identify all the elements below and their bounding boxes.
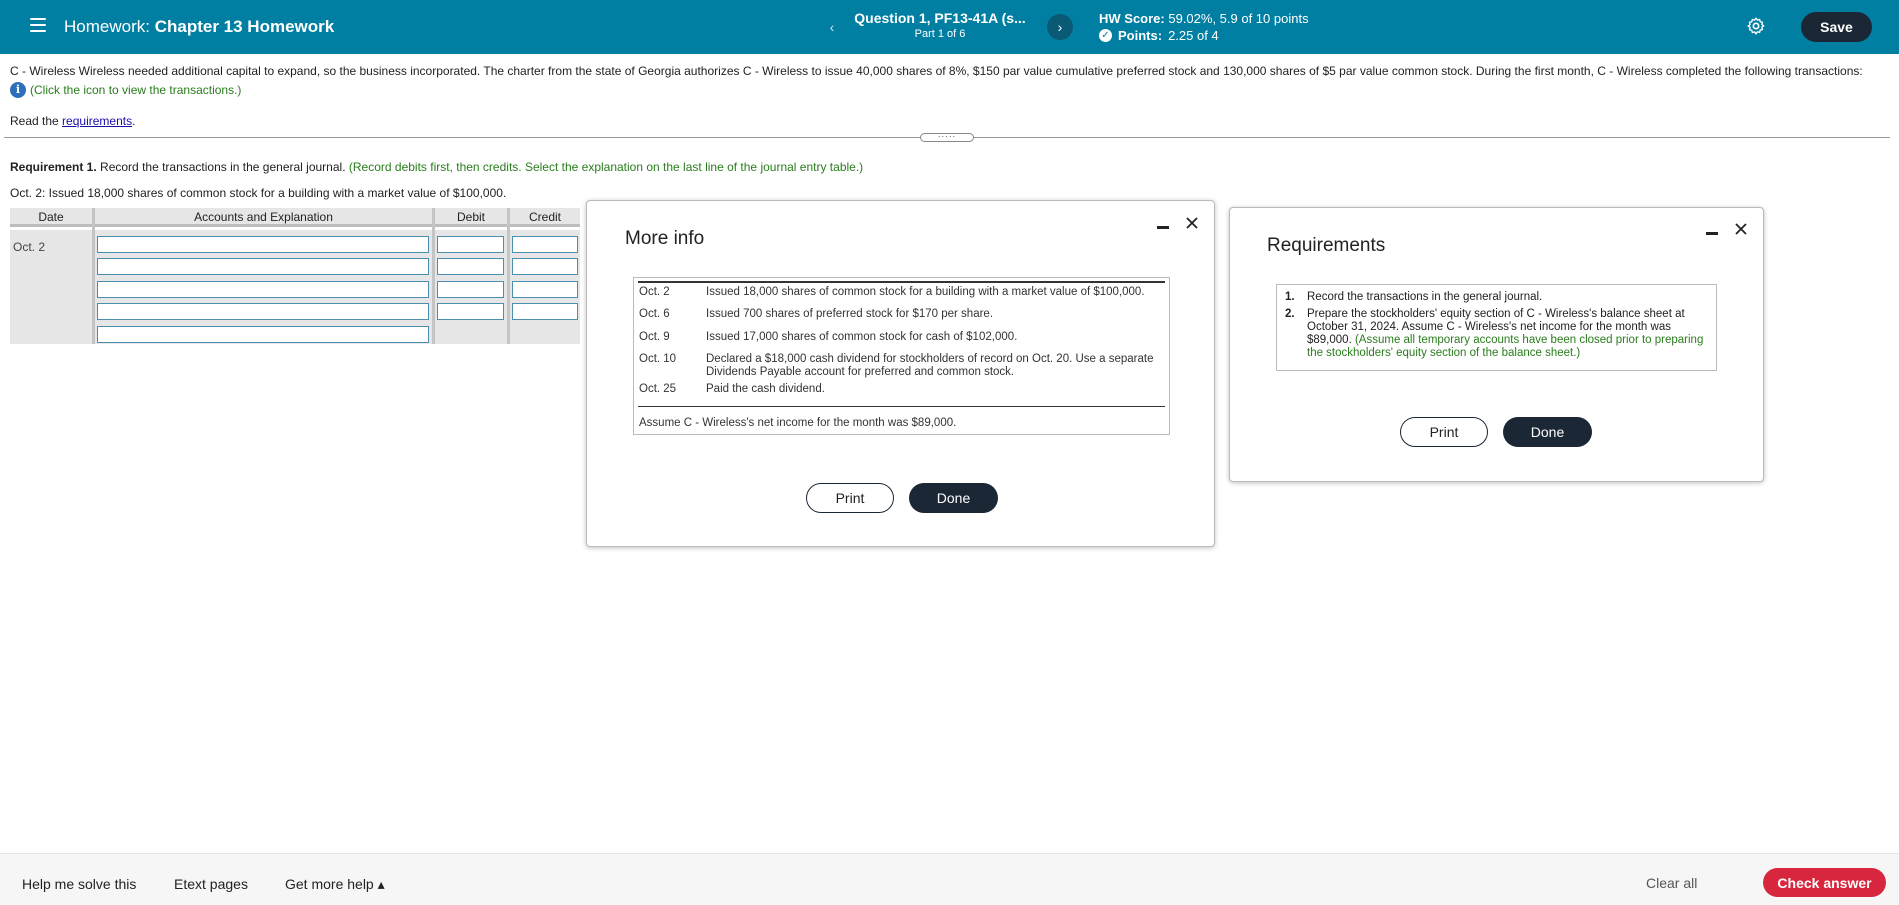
transaction-date: Oct. 2 xyxy=(639,286,670,298)
requirements-list: 1. Record the transactions in the genera… xyxy=(1276,284,1717,371)
question-part: Part 1 of 6 xyxy=(914,28,966,40)
save-button[interactable]: Save xyxy=(1801,12,1872,42)
partial-credit-icon: ✓ xyxy=(1099,29,1112,42)
requirement-1-label: Requirement 1. xyxy=(10,160,97,174)
header-debit: Debit xyxy=(435,208,507,227)
account-input-4[interactable] xyxy=(97,303,429,320)
clear-all-button[interactable]: Clear all xyxy=(1646,875,1697,891)
credit-input-4[interactable] xyxy=(512,303,578,320)
done-button[interactable]: Done xyxy=(1503,417,1592,447)
requirement-note: (Assume all temporary accounts have been… xyxy=(1307,334,1704,359)
requirements-title: Requirements xyxy=(1267,235,1386,256)
transaction-date: Oct. 6 xyxy=(639,308,670,320)
more-info-title: More info xyxy=(625,228,705,249)
homework-title: Homework: Chapter 13 Homework xyxy=(64,17,334,37)
table-bottom-rule xyxy=(638,406,1165,407)
get-more-help-button[interactable]: Get more help ▴ xyxy=(285,876,385,893)
requirement-1-note: (Record debits first, then credits. Sele… xyxy=(348,160,864,174)
credit-input-1[interactable] xyxy=(512,236,578,253)
read-requirements: Read the requirements. xyxy=(10,114,135,128)
debit-input-3[interactable] xyxy=(437,281,504,298)
view-transactions-link[interactable]: i (Click the icon to view the transactio… xyxy=(10,82,241,98)
question-title[interactable]: Question 1, PF13-41A (s... xyxy=(840,10,1040,26)
print-button[interactable]: Print xyxy=(806,483,894,513)
net-income-note: Assume C - Wireless's net income for the… xyxy=(639,417,957,429)
hint-text[interactable]: (Click the icon to view the transactions… xyxy=(30,83,241,97)
info-icon[interactable]: i xyxy=(10,82,26,98)
transactions-table: Oct. 2 Issued 18,000 shares of common st… xyxy=(633,277,1170,435)
hw-score: HW Score: 59.02%, 5.9 of 10 points xyxy=(1099,11,1309,26)
gear-icon[interactable] xyxy=(1746,16,1766,36)
read-prefix: Read the xyxy=(10,114,59,128)
transaction-description: Oct. 2: Issued 18,000 shares of common s… xyxy=(10,186,507,200)
transaction-text: Issued 700 shares of preferred stock for… xyxy=(706,308,994,320)
points-value: 2.25 of 4 xyxy=(1168,28,1219,43)
explanation-input[interactable] xyxy=(97,326,429,343)
etext-pages-button[interactable]: Etext pages xyxy=(174,876,248,892)
transaction-date: Oct. 9 xyxy=(639,331,670,343)
account-input-2[interactable] xyxy=(97,258,429,275)
minimize-icon[interactable] xyxy=(1706,232,1718,235)
credit-input-2[interactable] xyxy=(512,258,578,275)
transaction-text: Issued 18,000 shares of common stock for… xyxy=(706,286,1145,298)
column-separator xyxy=(507,208,510,344)
done-button[interactable]: Done xyxy=(909,483,998,513)
debit-input-1[interactable] xyxy=(437,236,504,253)
points-label: Points: xyxy=(1118,28,1163,43)
next-question-button[interactable]: › xyxy=(1047,14,1073,40)
chapter-title: Chapter 13 Homework xyxy=(154,17,335,36)
help-me-solve-button[interactable]: Help me solve this xyxy=(22,876,136,892)
top-bar: Homework: Chapter 13 Homework ‹ Question… xyxy=(0,0,1899,54)
requirement-1-instructions: Requirement 1. Record the transactions i… xyxy=(10,160,863,174)
column-separator xyxy=(92,208,95,344)
header-credit: Credit xyxy=(510,208,580,227)
entry-date: Oct. 2 xyxy=(13,240,46,254)
account-input-3[interactable] xyxy=(97,281,429,298)
read-suffix: . xyxy=(132,114,136,128)
close-icon[interactable] xyxy=(1733,221,1749,237)
requirement-text: Prepare the stockholders' equity section… xyxy=(1307,308,1712,360)
homework-label: Homework: xyxy=(64,17,150,36)
check-answer-button[interactable]: Check answer xyxy=(1763,868,1886,897)
print-button[interactable]: Print xyxy=(1400,417,1488,447)
requirements-link[interactable]: requirements xyxy=(62,114,132,128)
close-icon[interactable] xyxy=(1184,215,1200,231)
requirement-number: 1. xyxy=(1285,291,1295,303)
header-date: Date xyxy=(10,208,92,227)
transaction-date: Oct. 25 xyxy=(639,383,677,395)
points: ✓ Points: 2.25 of 4 xyxy=(1099,28,1219,43)
requirement-1-text: Record the transactions in the general j… xyxy=(100,160,346,174)
minimize-icon[interactable] xyxy=(1157,226,1169,229)
footer-bar: Help me solve this Etext pages Get more … xyxy=(0,853,1899,905)
transaction-text: Declared a $18,000 cash dividend for sto… xyxy=(706,353,1154,378)
header-accounts: Accounts and Explanation xyxy=(95,208,432,227)
requirement-text: Record the transactions in the general j… xyxy=(1307,291,1712,304)
credit-input-3[interactable] xyxy=(512,281,578,298)
column-separator xyxy=(432,208,435,344)
transaction-text: Paid the cash dividend. xyxy=(706,383,825,395)
debit-input-2[interactable] xyxy=(437,258,504,275)
more-info-dialog: More info Oct. 2 Issued 18,000 shares of… xyxy=(586,200,1215,547)
transaction-date: Oct. 10 xyxy=(639,353,677,365)
debit-input-4[interactable] xyxy=(437,303,504,320)
requirement-body: Record the transactions in the general j… xyxy=(1307,291,1543,303)
hw-score-value: 59.02%, 5.9 of 10 points xyxy=(1168,11,1309,26)
transaction-text: Issued 17,000 shares of common stock for… xyxy=(706,331,1018,343)
requirement-number: 2. xyxy=(1285,308,1295,320)
hamburger-menu-icon[interactable] xyxy=(30,18,46,32)
drag-handle[interactable]: ····· xyxy=(920,133,974,142)
hw-score-label: HW Score: xyxy=(1099,11,1165,26)
problem-statement: C - Wireless Wireless needed additional … xyxy=(10,64,1863,78)
table-top-rule xyxy=(638,281,1165,283)
account-input-1[interactable] xyxy=(97,236,429,253)
requirements-dialog: Requirements 1. Record the transactions … xyxy=(1229,207,1764,482)
